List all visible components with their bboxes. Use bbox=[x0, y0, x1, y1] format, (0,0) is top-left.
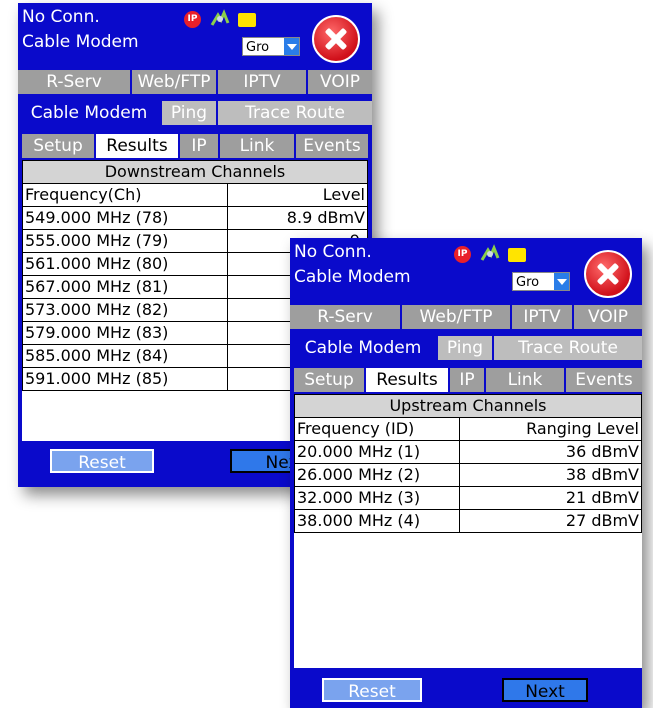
tab-voip[interactable]: VOIP bbox=[308, 70, 372, 94]
tab-ip[interactable]: IP bbox=[450, 368, 486, 392]
mode-label: Cable Modem bbox=[294, 267, 411, 287]
tab-iptv[interactable]: IPTV bbox=[512, 305, 574, 329]
cable-modem-screen-upstream: No Conn. Cable Modem IP Gro R-Serv Web/F… bbox=[290, 238, 642, 708]
status-bar: No Conn. Cable Modem IP Gro bbox=[290, 238, 642, 302]
table-row[interactable]: 20.000 MHz (1) 36 dBmV bbox=[294, 440, 642, 464]
column-header-frequency: Frequency(Ch) bbox=[22, 183, 228, 207]
next-button[interactable]: Next bbox=[502, 678, 588, 702]
tab-link[interactable]: Link bbox=[486, 368, 566, 392]
button-bar: Reset Next bbox=[290, 668, 642, 708]
folder-icon bbox=[238, 13, 256, 27]
frequency-cell: 573.000 MHz (82) bbox=[22, 298, 228, 322]
tab-iptv[interactable]: IPTV bbox=[218, 70, 308, 94]
tab-events[interactable]: Events bbox=[296, 134, 368, 158]
table-row[interactable]: 549.000 MHz (78) 8.9 dBmV bbox=[22, 206, 368, 230]
status-bar: No Conn. Cable Modem IP Gro bbox=[18, 3, 372, 67]
group-select[interactable]: Gro bbox=[512, 272, 570, 291]
tab-link[interactable]: Link bbox=[220, 134, 296, 158]
tab-setup[interactable]: Setup bbox=[22, 134, 96, 158]
frequency-cell: 555.000 MHz (79) bbox=[22, 229, 228, 253]
tab-trace-route[interactable]: Trace Route bbox=[218, 101, 372, 125]
tab-setup[interactable]: Setup bbox=[294, 368, 366, 392]
column-header-level: Level bbox=[227, 183, 368, 207]
level-cell: 27 dBmV bbox=[459, 509, 642, 533]
frequency-cell: 32.000 MHz (3) bbox=[294, 486, 460, 510]
group-select-value: Gro bbox=[516, 275, 540, 290]
reset-button[interactable]: Reset bbox=[50, 449, 154, 473]
frequency-cell: 579.000 MHz (83) bbox=[22, 321, 228, 345]
frequency-cell: 549.000 MHz (78) bbox=[22, 206, 228, 230]
column-header-frequency: Frequency (ID) bbox=[294, 417, 460, 441]
tab-web-ftp[interactable]: Web/FTP bbox=[132, 70, 218, 94]
tab-ping[interactable]: Ping bbox=[162, 101, 218, 125]
top-tab-row: R-Serv Web/FTP IPTV VOIP bbox=[290, 305, 642, 329]
level-cell: 38 dBmV bbox=[459, 463, 642, 487]
frequency-cell: 585.000 MHz (84) bbox=[22, 344, 228, 368]
table-caption: Downstream Channels bbox=[22, 160, 368, 184]
table-row[interactable]: 38.000 MHz (4) 27 dBmV bbox=[294, 509, 642, 533]
signal-icon bbox=[210, 9, 230, 26]
table-row[interactable]: 26.000 MHz (2) 38 dBmV bbox=[294, 463, 642, 487]
tab-r-serv[interactable]: R-Serv bbox=[290, 305, 402, 329]
tab-r-serv[interactable]: R-Serv bbox=[18, 70, 132, 94]
tab-cable-modem[interactable]: Cable Modem bbox=[18, 101, 162, 125]
sub-tab-row: Setup Results IP Link Events bbox=[22, 134, 368, 158]
close-button[interactable] bbox=[584, 250, 632, 298]
chevron-down-icon bbox=[284, 38, 299, 55]
tab-results[interactable]: Results bbox=[366, 368, 450, 392]
frequency-cell: 26.000 MHz (2) bbox=[294, 463, 460, 487]
connection-status: No Conn. bbox=[294, 242, 372, 262]
tab-cable-modem[interactable]: Cable Modem bbox=[290, 336, 438, 360]
signal-icon bbox=[480, 244, 500, 261]
connection-status: No Conn. bbox=[22, 7, 100, 27]
level-cell: 36 dBmV bbox=[459, 440, 642, 464]
table-caption: Upstream Channels bbox=[294, 394, 642, 418]
mode-label: Cable Modem bbox=[22, 32, 139, 52]
frequency-cell: 20.000 MHz (1) bbox=[294, 440, 460, 464]
tab-ping[interactable]: Ping bbox=[438, 336, 494, 360]
group-select-value: Gro bbox=[246, 40, 270, 55]
frequency-cell: 38.000 MHz (4) bbox=[294, 509, 460, 533]
results-panel: Upstream Channels Frequency (ID) Ranging… bbox=[294, 394, 642, 668]
level-cell: 8.9 dBmV bbox=[227, 206, 368, 230]
group-select[interactable]: Gro bbox=[242, 37, 300, 56]
tab-trace-route[interactable]: Trace Route bbox=[494, 336, 642, 360]
top-tab-row: R-Serv Web/FTP IPTV VOIP bbox=[18, 70, 372, 94]
tab-ip[interactable]: IP bbox=[180, 134, 220, 158]
folder-icon bbox=[508, 248, 526, 262]
frequency-cell: 561.000 MHz (80) bbox=[22, 252, 228, 276]
frequency-cell: 567.000 MHz (81) bbox=[22, 275, 228, 299]
middle-tab-row: Cable Modem Ping Trace Route bbox=[18, 101, 372, 125]
level-cell: 21 dBmV bbox=[459, 486, 642, 510]
tab-events[interactable]: Events bbox=[566, 368, 642, 392]
tab-results[interactable]: Results bbox=[96, 134, 180, 158]
upstream-table: Upstream Channels Frequency (ID) Ranging… bbox=[294, 394, 642, 533]
sub-tab-row: Setup Results IP Link Events bbox=[294, 368, 642, 392]
tab-web-ftp[interactable]: Web/FTP bbox=[402, 305, 512, 329]
frequency-cell: 591.000 MHz (85) bbox=[22, 367, 228, 391]
column-header-ranging-level: Ranging Level bbox=[459, 417, 642, 441]
tab-voip[interactable]: VOIP bbox=[574, 305, 642, 329]
close-button[interactable] bbox=[312, 15, 360, 63]
ip-status-icon: IP bbox=[454, 246, 471, 263]
chevron-down-icon bbox=[554, 273, 569, 290]
ip-status-icon: IP bbox=[184, 11, 201, 28]
middle-tab-row: Cable Modem Ping Trace Route bbox=[290, 336, 642, 360]
reset-button[interactable]: Reset bbox=[322, 678, 422, 702]
table-row[interactable]: 32.000 MHz (3) 21 dBmV bbox=[294, 486, 642, 510]
